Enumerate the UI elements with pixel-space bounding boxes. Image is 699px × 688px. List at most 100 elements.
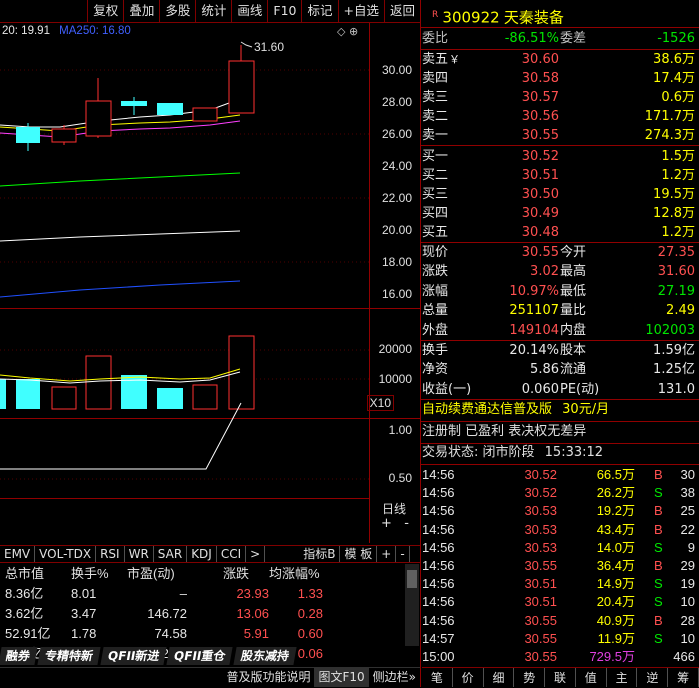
weicha-value: -1526: [657, 31, 695, 46]
price-tick: 24.00: [381, 159, 412, 173]
tab-zhuanjing[interactable]: 专精特新: [37, 647, 101, 665]
order-level-label: 卖三: [422, 90, 449, 105]
tab-emv[interactable]: EMV: [0, 546, 36, 562]
toolbar-biaoji[interactable]: 标记: [301, 0, 337, 22]
stat-value: 131.0: [657, 381, 695, 397]
tab-qfii-heavy[interactable]: QFII重仓: [166, 647, 234, 665]
stat-value: 102003: [645, 322, 695, 338]
tick-volume: 14.9万: [596, 576, 635, 592]
tab-wr[interactable]: WR: [125, 546, 154, 562]
price-axis: 31.60 30.00 28.00 26.00 24.00 22.00 20.0…: [254, 0, 420, 545]
col-header[interactable]: 均涨幅%: [269, 564, 320, 584]
order-volume: 0.6万: [661, 90, 695, 105]
stat-label: 今开: [560, 245, 587, 260]
status-help[interactable]: 普及版功能说明: [222, 668, 314, 687]
tab-cci[interactable]: CCI: [217, 546, 247, 562]
bid-row[interactable]: 买四 30.49 12.8万: [422, 204, 699, 223]
ask-row[interactable]: 卖二 30.56 171.7万: [422, 107, 699, 126]
ask-row[interactable]: 卖五 ￥ 30.60 38.6万: [422, 50, 699, 69]
tab-shareholder-reduce[interactable]: 股东减持: [233, 647, 297, 665]
toolbar-diejia[interactable]: 叠加: [123, 0, 159, 22]
quote-view-button[interactable]: 价: [453, 668, 484, 687]
quote-view-button[interactable]: 势: [514, 668, 546, 687]
stat-value: 27.35: [657, 245, 695, 260]
quote-view-button[interactable]: 细: [484, 668, 515, 687]
toolbar-f10[interactable]: F10: [267, 0, 301, 22]
tick-direction: S: [654, 630, 663, 646]
table-row[interactable]: 52.91亿 1.78 74.58 5.91 0.60: [5, 624, 405, 644]
price-tick: 16.00: [381, 287, 412, 301]
order-level-label: 卖四: [422, 71, 449, 86]
stock-name: 天秦装备: [503, 8, 564, 27]
kline-chart[interactable]: [0, 23, 370, 543]
high-price-label: 31.60: [254, 40, 285, 54]
col-header[interactable]: 涨跌: [223, 564, 249, 584]
table-cell: 3.47: [71, 606, 97, 621]
tab-kdj[interactable]: KDJ: [187, 546, 217, 562]
bid-row[interactable]: 买五 30.48 1.2万: [422, 223, 699, 242]
table-row[interactable]: 8.36亿 8.01 – 23.93 1.33: [5, 584, 405, 604]
quote-view-button[interactable]: 笔: [422, 668, 453, 687]
ask-row[interactable]: 卖一 30.55 274.3万: [422, 126, 699, 145]
table-scrollbar[interactable]: [405, 564, 419, 646]
tick-count: 9: [687, 539, 695, 555]
tab-plus[interactable]: +: [377, 546, 397, 562]
candle: [16, 123, 40, 151]
ad-text[interactable]: 自动续费通达信普及版: [422, 402, 552, 417]
stat-value: 10.97%: [509, 283, 559, 299]
ask-row[interactable]: 卖四 30.58 17.4万: [422, 69, 699, 88]
tab-more[interactable]: >: [246, 546, 266, 562]
quote-buttons: 笔价细势联值主逆筹: [422, 667, 699, 687]
trade-status-label: 交易状态: 闭市阶段: [422, 445, 535, 460]
status-sidebar[interactable]: 侧边栏»: [369, 668, 420, 687]
bid-row[interactable]: 买二 30.51 1.2万: [422, 166, 699, 185]
stat-label: 流通: [560, 362, 587, 378]
quote-view-button[interactable]: 逆: [637, 668, 669, 687]
toolbar-huaxian[interactable]: 画线: [231, 0, 267, 22]
quote-panel: R 300922 天秦装备 委比 -86.51% 委差 -1526 卖五 ￥ 30.…: [420, 0, 699, 687]
tab-sar[interactable]: SAR: [154, 546, 188, 562]
tab-vol-tdx[interactable]: VOL-TDX: [35, 546, 97, 562]
stat-label: 涨幅: [422, 283, 449, 299]
bottom-tabs: 融券 专精特新 QFII新进 QFII重仓 股东减持: [0, 647, 420, 665]
quote-view-button[interactable]: 筹: [668, 668, 699, 687]
toolbar-fuquan[interactable]: 复权: [87, 0, 123, 22]
toolbar-duogu[interactable]: 多股: [159, 0, 195, 22]
bid-row[interactable]: 买一 30.52 1.5万: [422, 147, 699, 166]
toolbar-tongji[interactable]: 统计: [195, 0, 231, 22]
zoom-controls[interactable]: + -: [370, 516, 420, 531]
bid-row[interactable]: 买三 30.50 19.5万: [422, 185, 699, 204]
table-row[interactable]: 3.62亿 3.47 146.72 13.06 0.28: [5, 604, 405, 624]
volume-tick: 10000: [378, 372, 412, 386]
col-header[interactable]: 换手%: [71, 564, 109, 584]
ad-row[interactable]: 自动续费通达信普及版 30元/月: [422, 400, 609, 420]
candle: [157, 103, 183, 115]
tab-template[interactable]: 模 板: [340, 546, 378, 562]
tab-indicator-b[interactable]: 指标B: [299, 546, 341, 562]
tab-qfii-new[interactable]: QFII新进: [100, 647, 167, 665]
r-mark: R: [432, 10, 439, 20]
col-header[interactable]: 市盈(动): [127, 564, 175, 584]
ad-price[interactable]: 30元/月: [562, 402, 609, 417]
tab-rsi[interactable]: RSI: [96, 546, 125, 562]
candle: [228, 45, 255, 114]
stat-row: 收益(一) 0.060 PE(动) 131.0: [422, 380, 699, 399]
tab-rongquan[interactable]: 融券: [0, 647, 38, 665]
ask-row[interactable]: 卖三 30.57 0.6万: [422, 88, 699, 107]
tick-price: 30.52: [524, 485, 557, 501]
weicha-label: 委差: [560, 31, 587, 46]
stat-label: 外盘: [422, 322, 449, 338]
col-header[interactable]: 总市值: [5, 564, 44, 584]
order-level-label: 买一: [422, 149, 449, 164]
tab-minus[interactable]: -: [396, 546, 410, 562]
quote-view-button[interactable]: 主: [607, 668, 638, 687]
quote-view-button[interactable]: 联: [545, 668, 576, 687]
period-day-label[interactable]: 日线: [382, 500, 406, 517]
status-f10[interactable]: 图文F10: [314, 668, 369, 687]
candle: [121, 97, 147, 115]
quote-view-button[interactable]: 值: [576, 668, 607, 687]
tick-row: 14:56 30.52 26.2万 S 38: [422, 484, 699, 502]
stat-row: 现价 30.55 今开 27.35: [422, 243, 699, 262]
weibi-label: 委比: [422, 31, 449, 46]
tick-row: 14:56 30.51 20.4万 S 10: [422, 593, 699, 611]
